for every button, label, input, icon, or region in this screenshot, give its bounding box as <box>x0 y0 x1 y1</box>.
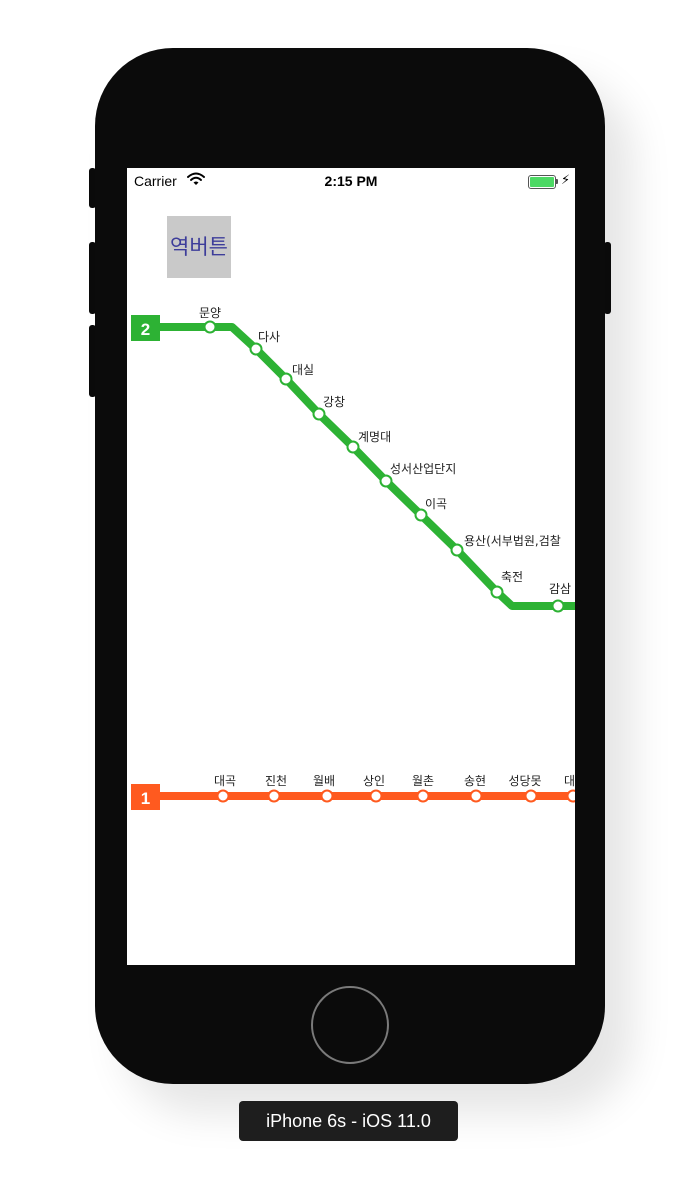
line2-station[interactable]: 강창 <box>312 395 346 421</box>
line2-station[interactable]: 용산(서부법원,검찰 <box>450 534 561 557</box>
line2-station-label: 용산(서부법원,검찰 <box>464 534 561 548</box>
phone-screen: Carrier 2:15 PM ⚡ 역버튼 2 문양 다사 대실 강창 계명대 … <box>127 168 575 965</box>
home-button[interactable] <box>311 986 389 1064</box>
line2-station-label: 이곡 <box>425 497 447 511</box>
line2-station[interactable]: 대실 <box>279 363 315 386</box>
line2-station-label: 축전 <box>501 570 523 584</box>
line1-number: 1 <box>141 789 150 808</box>
line2-track <box>131 323 575 610</box>
line2-station-label: 성서산업단지 <box>390 462 456 476</box>
line1-station-label: 월촌 <box>412 774 434 788</box>
line2-station[interactable]: 축전 <box>490 570 524 599</box>
line2-station[interactable]: 성서산업단지 <box>379 462 457 488</box>
line1-station-label: 성당못 <box>508 774 541 788</box>
line2-station-label: 문양 <box>199 306 221 320</box>
line2-station-label: 강창 <box>323 395 345 409</box>
line1-station-label: 월배 <box>313 774 335 788</box>
subway-map: 2 문양 다사 대실 강창 계명대 성서산업단지 이곡 용산(서부법원,검찰 축… <box>131 306 575 810</box>
line2-station-label: 대실 <box>292 363 314 377</box>
line1-station-label: 상인 <box>363 774 385 788</box>
line2-station[interactable]: 계명대 <box>346 430 392 454</box>
device-label: iPhone 6s - iOS 11.0 <box>239 1101 458 1141</box>
line1-station-label: 송현 <box>464 774 486 788</box>
line2-number: 2 <box>141 320 150 339</box>
line1-station-label: 대곡 <box>214 774 236 788</box>
line2-station[interactable]: 다사 <box>249 330 281 356</box>
line2-station-label: 계명대 <box>358 430 391 444</box>
line1-station-label: 대 <box>564 774 575 788</box>
line1-station-label: 진천 <box>265 773 287 788</box>
line2-station[interactable]: 이곡 <box>414 497 448 522</box>
line2-station-label: 감삼 <box>549 582 571 596</box>
line2-station-label: 다사 <box>258 330 280 344</box>
power-button[interactable] <box>604 242 611 314</box>
